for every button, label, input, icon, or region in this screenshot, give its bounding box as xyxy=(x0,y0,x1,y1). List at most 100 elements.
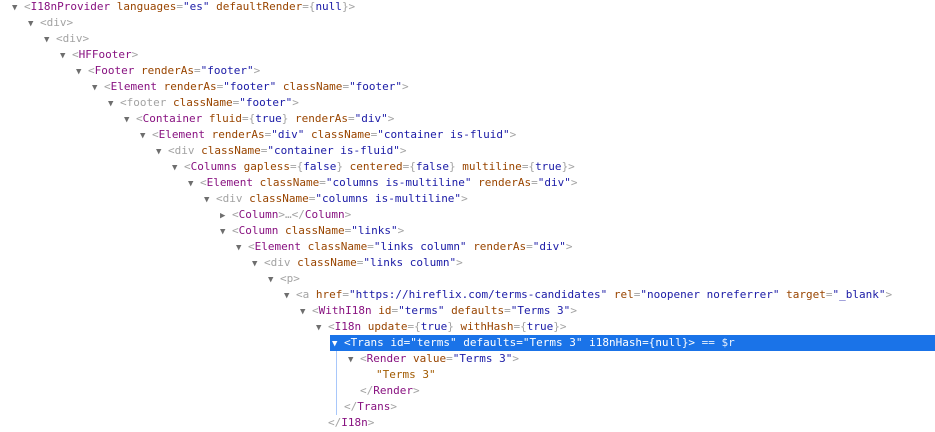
collapse-arrow-icon[interactable]: ▼ xyxy=(220,224,232,240)
punctuation: ={ xyxy=(402,160,416,173)
collapse-arrow-icon[interactable]: ▼ xyxy=(316,320,328,336)
attr-name: renderAs xyxy=(141,64,194,77)
attr-value: "terms" xyxy=(398,304,445,317)
collapse-arrow-icon[interactable]: ▼ xyxy=(332,336,344,352)
attr-value: "footer" xyxy=(349,80,403,93)
punctuation: < xyxy=(72,48,79,61)
collapse-arrow-icon[interactable]: ▼ xyxy=(76,64,88,80)
punctuation: }> xyxy=(553,320,567,333)
attr-value: "div" xyxy=(537,176,571,189)
tree-row[interactable]: ▼ <div className="columns is-multiline"> xyxy=(204,191,468,207)
punctuation: > xyxy=(570,304,577,317)
tree-row[interactable]: ▼ <div className="links column"> xyxy=(252,255,463,271)
punctuation: ={ xyxy=(513,320,527,333)
tree-row[interactable]: "Terms 3" xyxy=(364,367,436,383)
tree-row[interactable]: ▼ <Element className="columns is-multilin… xyxy=(188,175,578,191)
attr-value: true xyxy=(420,320,448,333)
attr-name: defaults xyxy=(463,336,517,349)
punctuation: ={ xyxy=(521,160,536,173)
tree-row[interactable]: ▼ <div> xyxy=(44,31,89,47)
collapse-arrow-icon[interactable]: ▼ xyxy=(236,240,248,256)
tag-name: Trans xyxy=(350,336,384,349)
tag-name: I18nProvider xyxy=(30,0,111,13)
collapse-arrow-icon[interactable]: ▼ xyxy=(348,352,360,368)
collapse-arrow-icon[interactable]: ▼ xyxy=(300,304,312,320)
tree-row[interactable]: ▼ <Render value="Terms 3"> xyxy=(348,351,519,367)
punctuation: = xyxy=(319,176,326,189)
punctuation: }> xyxy=(561,160,575,173)
punctuation: > xyxy=(509,128,517,141)
tag-name: Element xyxy=(254,240,301,253)
attr-name: fluid xyxy=(208,112,242,125)
attr-name: className xyxy=(282,80,343,93)
tree-row[interactable]: ▼ <I18n update={true} withHash={true}> xyxy=(316,319,566,335)
tree-row[interactable]: </Render> xyxy=(348,383,420,399)
punctuation: > xyxy=(397,224,405,237)
punctuation xyxy=(304,128,311,141)
tree-row[interactable]: ▼ <Element renderAs="footer" className="f… xyxy=(92,79,409,95)
collapse-arrow-icon[interactable]: ▼ xyxy=(188,176,200,192)
punctuation: = xyxy=(526,240,533,253)
tree-row-selected[interactable]: ▼ <Trans id="terms" defaults="Terms 3" i1… xyxy=(330,335,935,351)
tree-row[interactable]: ▼ <footer className="footer"> xyxy=(108,95,299,111)
tree-row[interactable]: ▶ <Column>…</Column> xyxy=(220,207,351,223)
collapse-arrow-icon[interactable]: ▼ xyxy=(156,144,168,160)
collapse-arrow-icon[interactable]: ▼ xyxy=(92,80,104,96)
punctuation: <p> xyxy=(280,272,300,285)
tree-row[interactable]: </I18n> xyxy=(316,415,374,431)
tree-row[interactable]: ▼ <Column className="links"> xyxy=(220,223,404,239)
tree-row[interactable]: ▼ <a href="https://hireflix.com/terms-can… xyxy=(284,287,892,303)
punctuation: > xyxy=(570,176,578,189)
tree-row[interactable]: ▼ <Container fluid={true} renderAs="div"> xyxy=(124,111,394,127)
punctuation: = xyxy=(176,0,183,13)
collapse-arrow-icon[interactable]: ▼ xyxy=(12,0,24,16)
punctuation xyxy=(134,64,141,77)
tree-row[interactable]: ▼ <Columns gapless={false} centered={fals… xyxy=(172,159,575,175)
punctuation: < xyxy=(232,224,239,237)
elements-tree[interactable]: ▼ <I18nProvider languages="es" defaultRen… xyxy=(0,0,935,432)
tree-row[interactable]: ▼ <Footer renderAs="footer"> xyxy=(76,63,260,79)
attr-name: id xyxy=(378,304,392,317)
attr-value: true xyxy=(255,112,282,125)
punctuation xyxy=(237,160,244,173)
collapse-arrow-icon[interactable]: ▼ xyxy=(108,96,120,112)
expand-arrow-icon[interactable]: ▶ xyxy=(220,208,232,224)
attr-value: "columns is-multiline" xyxy=(315,192,462,205)
tree-row[interactable]: ▼ <I18nProvider languages="es" defaultRen… xyxy=(12,0,355,15)
tree-row[interactable]: ▼ <HFFooter> xyxy=(60,47,138,63)
attr-name: className xyxy=(297,256,357,269)
punctuation: < xyxy=(248,240,255,253)
collapse-arrow-icon[interactable]: ▼ xyxy=(44,32,56,48)
tree-row[interactable]: ▼ <Element className="links column" rende… xyxy=(236,239,573,255)
tree-row[interactable]: ▼ <div> xyxy=(28,15,73,31)
tree-row[interactable]: ▼ <Element renderAs="div" className="cont… xyxy=(140,127,516,143)
collapse-arrow-icon[interactable]: ▼ xyxy=(124,112,136,128)
tree-row[interactable]: ▼ <p> xyxy=(268,271,300,287)
punctuation: <div> xyxy=(56,32,90,45)
punctuation: <a xyxy=(296,288,310,301)
punctuation: > xyxy=(131,48,139,61)
attr-value: null xyxy=(655,336,682,349)
punctuation: < xyxy=(152,128,159,141)
collapse-arrow-icon[interactable]: ▼ xyxy=(60,48,72,64)
collapse-arrow-icon[interactable]: ▼ xyxy=(204,192,216,208)
punctuation: < xyxy=(200,176,207,189)
tree-row[interactable]: ▼ <WithI18n id="terms" defaults="Terms 3"… xyxy=(300,303,577,319)
tree-row[interactable]: ▼ <div className="container is-fluid"> xyxy=(156,143,406,159)
punctuation: > xyxy=(399,144,407,157)
attr-name: className xyxy=(310,128,371,141)
punctuation: }> xyxy=(681,336,696,349)
tree-row[interactable]: </Trans> xyxy=(332,399,397,415)
punctuation: > xyxy=(367,416,375,429)
punctuation: </ xyxy=(328,416,342,429)
punctuation: > xyxy=(885,288,893,301)
attr-name: className xyxy=(307,240,368,253)
collapse-arrow-icon[interactable]: ▼ xyxy=(252,256,264,272)
collapse-arrow-icon[interactable]: ▼ xyxy=(268,272,280,288)
collapse-arrow-icon[interactable]: ▼ xyxy=(140,128,152,144)
collapse-arrow-icon[interactable]: ▼ xyxy=(28,16,40,32)
attr-value: "footer" xyxy=(239,96,293,109)
collapse-arrow-icon[interactable]: ▼ xyxy=(172,160,184,176)
punctuation: > xyxy=(253,64,261,77)
collapse-arrow-icon[interactable]: ▼ xyxy=(284,288,296,304)
